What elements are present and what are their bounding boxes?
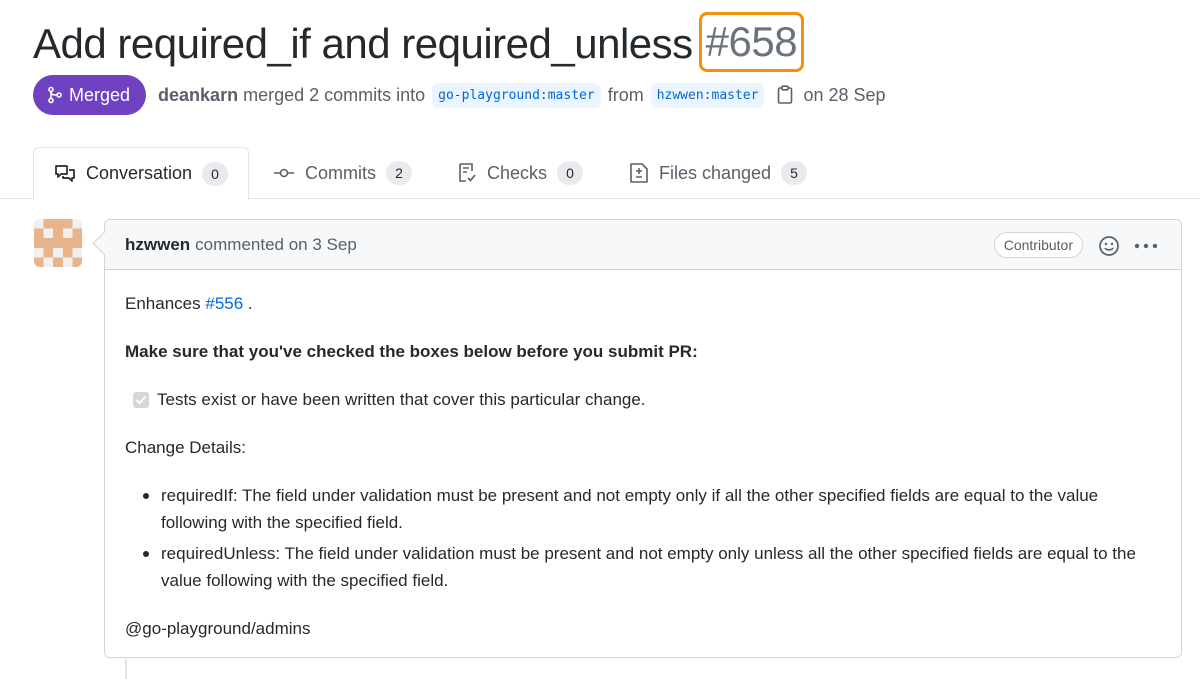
avatar[interactable] (34, 219, 82, 267)
tab-counter: 0 (202, 161, 229, 186)
tab-commits[interactable]: Commits 2 (273, 147, 412, 199)
tab-files-changed[interactable]: Files changed 5 (629, 147, 808, 199)
clipboard-icon[interactable] (777, 85, 793, 105)
checklist-icon (459, 163, 476, 182)
task-label: Tests exist or have been written that co… (157, 390, 646, 409)
base-branch[interactable]: go-playground:master (432, 82, 601, 108)
smiley-icon (1099, 236, 1119, 256)
git-commit-icon (274, 168, 294, 178)
details-heading: Change Details: (125, 438, 246, 457)
pr-number: #658 (698, 12, 805, 72)
task-checkbox[interactable] (133, 391, 149, 408)
merge-text: merged 2 commits into (243, 84, 426, 105)
intro-period: . (247, 294, 253, 313)
tab-label: Conversation (86, 163, 193, 183)
pr-title: Add required_if and required_unless (33, 20, 693, 67)
file-diff-icon (630, 163, 648, 183)
comment-header: hzwwen commented on 3 Sep Contributor (105, 220, 1181, 270)
task-list-item: Tests exist or have been written that co… (133, 386, 1161, 413)
tab-counter: 2 (386, 161, 412, 185)
comment-author[interactable]: hzwwen (125, 235, 190, 255)
list-item: requiredUnless: The field under validati… (139, 540, 1161, 594)
issue-link[interactable]: #556 (205, 294, 243, 313)
tab-checks[interactable]: Checks 0 (457, 147, 584, 199)
intro-text: Enhances (125, 294, 201, 313)
git-merge-icon (48, 86, 62, 104)
comment-timestamp[interactable]: commented on 3 Sep (195, 235, 357, 255)
state-label: Merged (69, 84, 131, 105)
tab-label: Checks (487, 162, 548, 183)
timeline-line (125, 657, 127, 679)
check-icon (135, 395, 147, 404)
kebab-horizontal-icon (1134, 243, 1158, 249)
pr-tabs: Conversation 0 Commits 2 Checks 0 Files … (0, 147, 1200, 200)
more-options-button[interactable] (1133, 234, 1159, 258)
comment-box: hzwwen commented on 3 Sep Contributor En… (104, 219, 1182, 658)
comment-body: Enhances #556 . Make sure that you've ch… (105, 270, 1181, 642)
pr-header: Add required_if and required_unless #658 (33, 12, 805, 74)
team-mention[interactable]: @go-playground/admins (125, 615, 1161, 642)
checklist-heading: Make sure that you've checked the boxes … (125, 342, 698, 361)
add-reaction-button[interactable] (1097, 234, 1121, 258)
comment-discussion-icon (55, 164, 75, 182)
contributor-badge: Contributor (993, 232, 1083, 258)
intro-paragraph: Enhances #556 . (125, 290, 1161, 317)
merged-state-badge: Merged (33, 75, 147, 115)
head-branch[interactable]: hzwwen:master (650, 82, 765, 108)
tab-label: Files changed (659, 162, 772, 183)
from-text: from (607, 84, 644, 105)
details-list: requiredIf: The field under validation m… (139, 482, 1161, 594)
merge-date: on 28 Sep (803, 84, 886, 105)
tab-label: Commits (305, 162, 376, 183)
merger-link[interactable]: deankarn (158, 85, 238, 106)
tab-counter: 0 (557, 161, 584, 185)
pr-meta: Merged deankarn merged 2 commits into go… (33, 75, 886, 115)
tab-conversation[interactable]: Conversation 0 (33, 147, 250, 200)
tab-counter: 5 (781, 161, 808, 185)
list-item: requiredIf: The field under validation m… (139, 482, 1161, 536)
